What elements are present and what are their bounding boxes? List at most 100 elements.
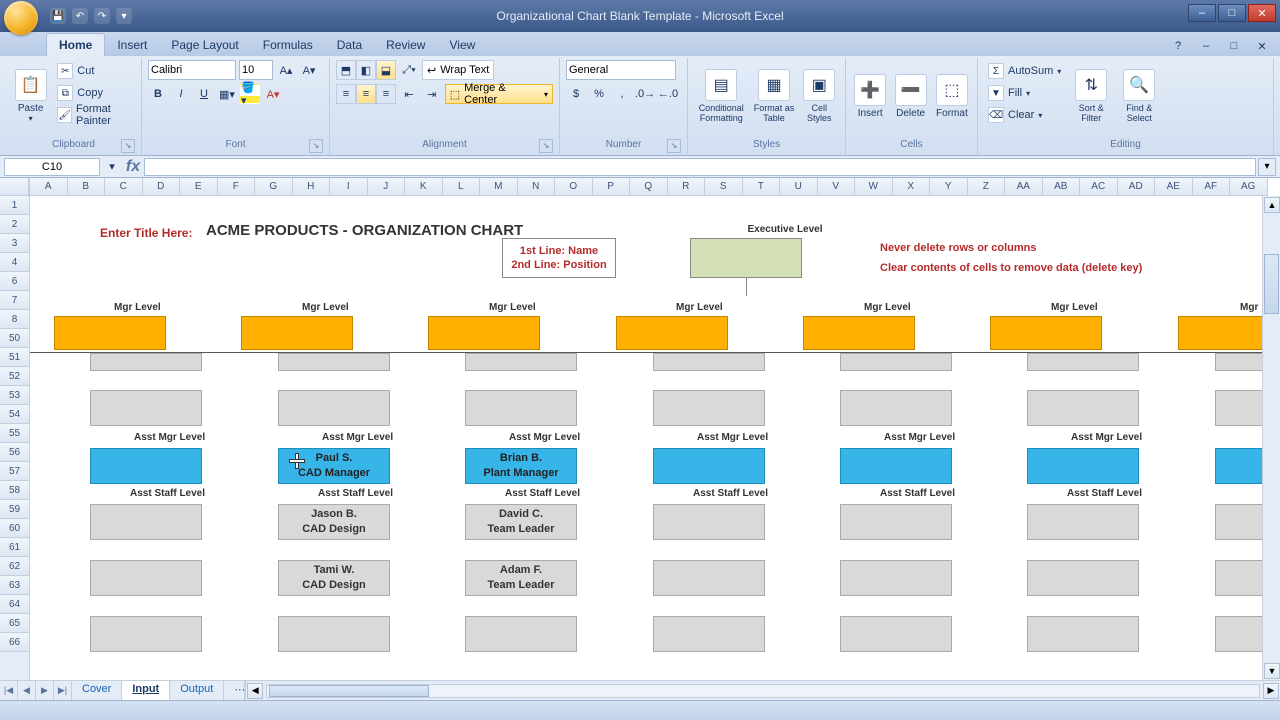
row-header-59[interactable]: 59	[0, 500, 30, 519]
col-header-AF[interactable]: AF	[1193, 178, 1231, 196]
qat-undo[interactable]: ↶	[72, 8, 88, 24]
office-orb-button[interactable]	[4, 1, 38, 35]
col-header-W[interactable]: W	[855, 178, 893, 196]
fill-button[interactable]: ▼Fill▾	[984, 82, 1065, 104]
col-header-D[interactable]: D	[143, 178, 181, 196]
row-header-66[interactable]: 66	[0, 633, 30, 652]
name-box[interactable]	[4, 158, 100, 176]
merge-center-button[interactable]: ⬚Merge & Center▾	[445, 84, 553, 104]
font-launcher[interactable]: ↘	[309, 139, 323, 153]
col-header-C[interactable]: C	[105, 178, 143, 196]
format-as-table-button[interactable]: ▦Format as Table	[752, 60, 795, 132]
tab-insert[interactable]: Insert	[105, 34, 159, 56]
staff-box-r58-c1[interactable]	[90, 504, 202, 540]
staff-box-r64-c1[interactable]	[90, 616, 202, 652]
dec-indent-button[interactable]: ⇤	[399, 84, 419, 104]
staff-box-r64-c6[interactable]	[1027, 616, 1139, 652]
staff-box-r50-c1[interactable]	[90, 353, 202, 371]
clear-button[interactable]: ⌫Clear▾	[984, 104, 1065, 126]
align-bottom-button[interactable]: ⬓	[376, 60, 396, 80]
percent-format-button[interactable]: %	[589, 84, 609, 104]
mgr-box-4[interactable]	[616, 316, 728, 350]
tab-review[interactable]: Review	[374, 34, 437, 56]
font-family-combo[interactable]	[148, 60, 236, 80]
vscroll-thumb[interactable]	[1264, 254, 1279, 314]
row-header-8[interactable]: 8	[0, 310, 30, 329]
workbook-close-button[interactable]: ✕	[1252, 36, 1272, 56]
number-launcher[interactable]: ↘	[667, 139, 681, 153]
col-header-AD[interactable]: AD	[1118, 178, 1156, 196]
qat-redo[interactable]: ↷	[94, 8, 110, 24]
namebox-dropdown[interactable]: ▾	[102, 157, 122, 177]
row-header-4[interactable]: 4	[0, 253, 30, 272]
row-header-57[interactable]: 57	[0, 462, 30, 481]
row-header-65[interactable]: 65	[0, 614, 30, 633]
tab-view[interactable]: View	[437, 34, 487, 56]
shrink-font-button[interactable]: A▾	[299, 60, 319, 80]
hscroll-thumb[interactable]	[269, 685, 429, 697]
expand-formula-bar[interactable]: ▾	[1258, 158, 1276, 176]
italic-button[interactable]: I	[171, 84, 191, 104]
align-middle-button[interactable]: ◧	[356, 60, 376, 80]
copy-button[interactable]: ⧉Copy	[53, 82, 135, 104]
col-header-P[interactable]: P	[593, 178, 631, 196]
sort-filter-button[interactable]: ⇅Sort & Filter	[1069, 60, 1113, 132]
align-left-button[interactable]: ≡	[336, 84, 356, 104]
mgr-box-5[interactable]	[803, 316, 915, 350]
asst-mgr-box-1[interactable]	[90, 448, 202, 484]
asst-mgr-box-5[interactable]	[840, 448, 952, 484]
help-icon[interactable]: ?	[1168, 36, 1188, 56]
col-header-M[interactable]: M	[480, 178, 518, 196]
staff-box-r64-c2[interactable]	[278, 616, 390, 652]
chart-title[interactable]: ACME PRODUCTS - ORGANIZATION CHART	[206, 222, 523, 239]
staff-box-r52-c2[interactable]	[278, 390, 390, 426]
mgr-box-3[interactable]	[428, 316, 540, 350]
delete-cells-button[interactable]: ➖Delete	[892, 60, 928, 132]
staff-box-r61-c2[interactable]: Tami W.CAD Design	[278, 560, 390, 596]
staff-box-r58-c3[interactable]: David C.Team Leader	[465, 504, 577, 540]
staff-box-r58-c6[interactable]	[1027, 504, 1139, 540]
staff-box-r50-c5[interactable]	[840, 353, 952, 371]
col-header-AE[interactable]: AE	[1155, 178, 1193, 196]
sheet-tab-cover[interactable]: Cover	[72, 681, 122, 700]
col-header-O[interactable]: O	[555, 178, 593, 196]
row-header-64[interactable]: 64	[0, 595, 30, 614]
bold-button[interactable]: B	[148, 84, 168, 104]
col-header-Q[interactable]: Q	[630, 178, 668, 196]
sheet-first-button[interactable]: |◀	[0, 681, 18, 700]
window-minimize-button[interactable]: –	[1188, 4, 1216, 22]
col-header-AG[interactable]: AG	[1230, 178, 1268, 196]
col-header-Z[interactable]: Z	[968, 178, 1006, 196]
col-header-X[interactable]: X	[893, 178, 931, 196]
tab-page-layout[interactable]: Page Layout	[159, 34, 250, 56]
staff-box-r50-c6[interactable]	[1027, 353, 1139, 371]
sheet-last-button[interactable]: ▶|	[54, 681, 72, 700]
find-select-button[interactable]: 🔍Find & Select	[1117, 60, 1161, 132]
col-header-K[interactable]: K	[405, 178, 443, 196]
col-header-AA[interactable]: AA	[1005, 178, 1043, 196]
border-button[interactable]: ▦▾	[217, 84, 237, 104]
row-header-7[interactable]: 7	[0, 291, 30, 310]
cut-button[interactable]: ✂Cut	[53, 60, 135, 82]
orientation-button[interactable]: ⤢▾	[399, 60, 419, 80]
asst-mgr-box-3[interactable]: Brian B. Plant Manager	[465, 448, 577, 484]
underline-button[interactable]: U	[194, 84, 214, 104]
qat-customize[interactable]: ▾	[116, 8, 132, 24]
align-top-button[interactable]: ⬒	[336, 60, 356, 80]
row-header-55[interactable]: 55	[0, 424, 30, 443]
number-format-combo[interactable]	[566, 60, 676, 80]
row-header-58[interactable]: 58	[0, 481, 30, 500]
col-header-I[interactable]: I	[330, 178, 368, 196]
staff-box-r58-c5[interactable]	[840, 504, 952, 540]
row-header-62[interactable]: 62	[0, 557, 30, 576]
inc-indent-button[interactable]: ⇥	[422, 84, 442, 104]
align-center-button[interactable]: ≡	[356, 84, 376, 104]
row-header-54[interactable]: 54	[0, 405, 30, 424]
asst-mgr-box-6[interactable]	[1027, 448, 1139, 484]
fill-color-button[interactable]: 🪣▾	[240, 84, 260, 104]
staff-box-r52-c6[interactable]	[1027, 390, 1139, 426]
grow-font-button[interactable]: A▴	[276, 60, 296, 80]
window-close-button[interactable]: ✕	[1248, 4, 1276, 22]
horizontal-scrollbar[interactable]: ◀ ▶	[245, 681, 1280, 700]
inc-decimal-button[interactable]: .0→	[635, 84, 655, 104]
